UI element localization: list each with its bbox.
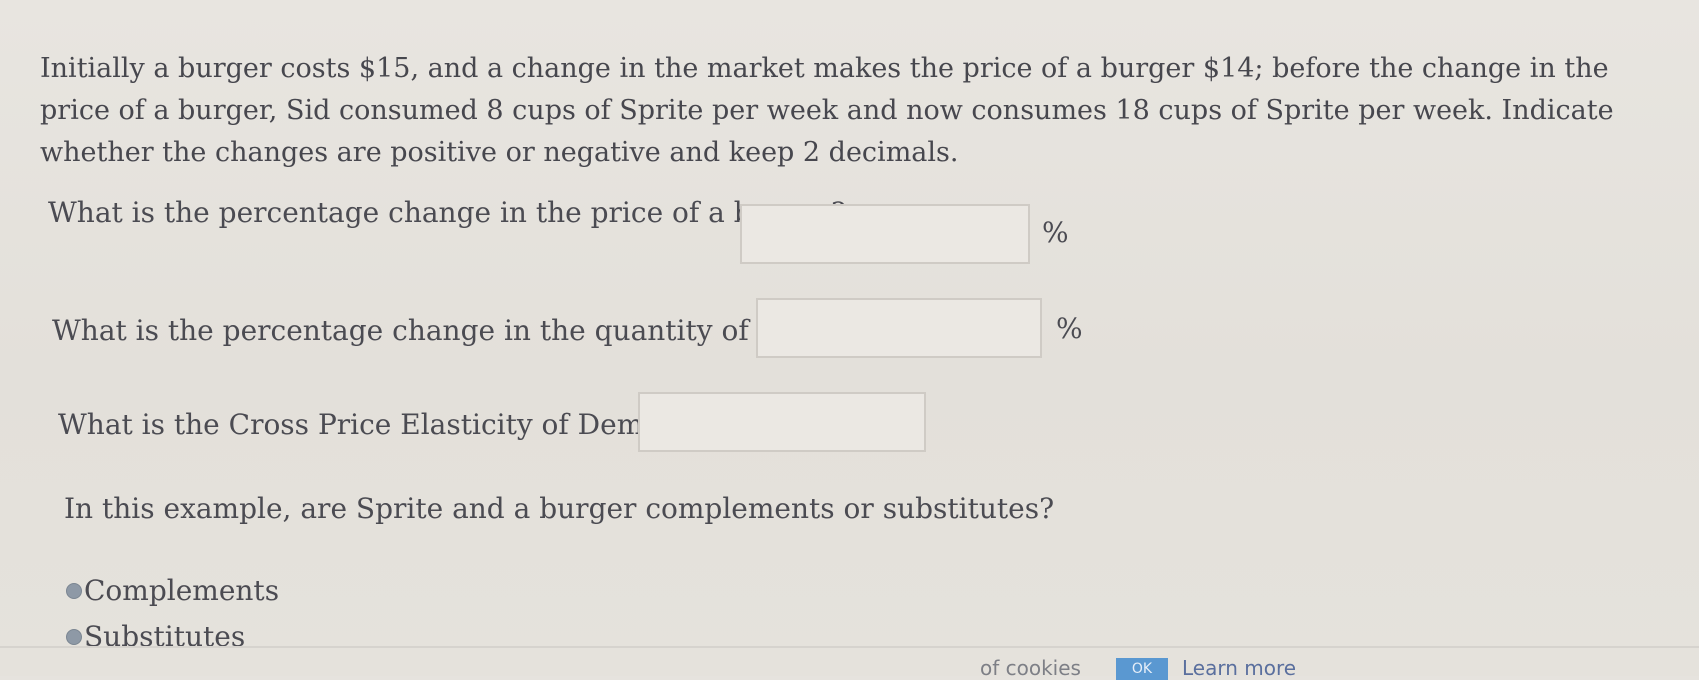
footer-divider bbox=[0, 646, 1699, 648]
sprite-change-input[interactable] bbox=[756, 298, 1042, 358]
cookie-banner-text: of cookies bbox=[980, 656, 1081, 680]
price-change-unit: % bbox=[1042, 216, 1069, 249]
substitutes-radio[interactable] bbox=[66, 628, 82, 645]
question-price-change-label: What is the percentage change in the pri… bbox=[48, 196, 846, 229]
substitutes-option[interactable]: Substitutes bbox=[66, 620, 245, 653]
learn-more-link[interactable]: Learn more bbox=[1182, 656, 1296, 680]
complements-option[interactable]: Complements bbox=[66, 574, 279, 607]
relationship-question: In this example, are Sprite and a burger… bbox=[64, 492, 1055, 525]
complements-label: Complements bbox=[84, 574, 280, 607]
substitutes-label: Substitutes bbox=[84, 620, 246, 653]
cookie-ok-button[interactable]: OK bbox=[1116, 658, 1168, 680]
sprite-change-unit: % bbox=[1056, 312, 1083, 345]
question-sprite-change-label: What is the percentage change in the qua… bbox=[52, 314, 860, 347]
problem-statement: Initially a burger costs $15, and a chan… bbox=[40, 53, 1614, 168]
price-change-input[interactable] bbox=[740, 204, 1030, 264]
page-background: Initially a burger costs $15, and a chan… bbox=[0, 0, 1699, 680]
elasticity-input[interactable] bbox=[638, 392, 926, 452]
question-elasticity-label: What is the Cross Price Elasticity of De… bbox=[58, 408, 711, 441]
complements-radio[interactable] bbox=[66, 582, 82, 599]
